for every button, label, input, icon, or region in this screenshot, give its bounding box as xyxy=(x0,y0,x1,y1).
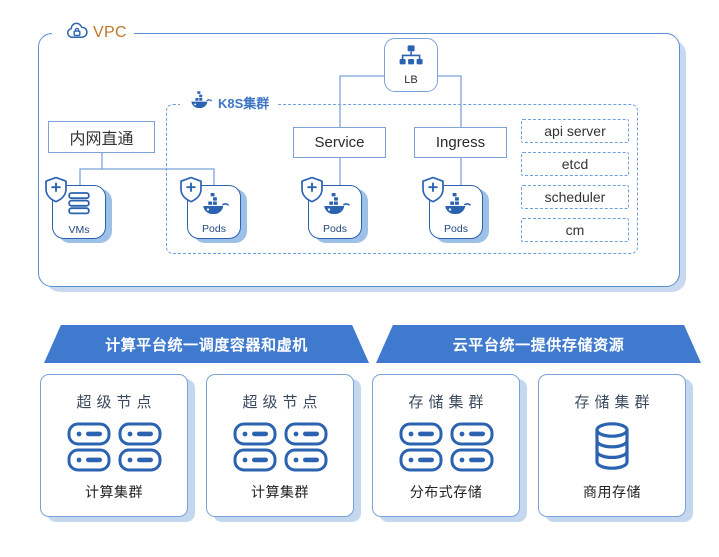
resource-card-face: 存储集群 商用存储 xyxy=(538,374,686,517)
pods-node[interactable]: Pods xyxy=(422,176,491,247)
diagram-canvas: VPC K8S集群 LB 内网直通 Service Ingress api se… xyxy=(0,0,719,557)
shield-plus-icon xyxy=(420,176,446,204)
intranet-direct-box[interactable]: 内网直通 xyxy=(48,121,155,153)
lb-node-label: LB xyxy=(404,74,418,86)
k8s-cluster-label-text: K8S集群 xyxy=(218,95,270,111)
shield-plus-icon xyxy=(299,176,325,204)
service-box[interactable]: Service xyxy=(293,127,386,158)
pods-node[interactable]: Pods xyxy=(180,176,249,247)
storage-platform-banner: 云平台统一提供存储资源 xyxy=(376,325,701,363)
resource-card[interactable]: 存储集群 分布式存储 xyxy=(372,374,527,522)
server-stack-icon xyxy=(65,189,93,224)
vms-node[interactable]: VMs xyxy=(45,176,114,247)
resource-card[interactable]: 超级节点 计算集群 xyxy=(40,374,195,522)
control-plane-scheduler[interactable]: scheduler xyxy=(521,185,629,209)
shield-plus-icon xyxy=(43,176,69,204)
database-cylinder-icon xyxy=(586,412,638,482)
resource-card-face: 超级节点 计算集群 xyxy=(206,374,354,517)
vms-node-label: VMs xyxy=(68,223,90,236)
resource-card-face: 存储集群 分布式存储 xyxy=(372,374,520,517)
load-balancer-tree-icon xyxy=(396,44,426,74)
resource-card[interactable]: 存储集群 商用存储 xyxy=(538,374,693,522)
resource-card-title: 存储集群 xyxy=(574,394,655,411)
pods-node-label: Pods xyxy=(444,222,468,235)
resource-card-face: 超级节点 计算集群 xyxy=(40,374,188,517)
compute-platform-banner: 计算平台统一调度容器和虚机 xyxy=(44,325,369,363)
server-rack-pair-icon xyxy=(66,412,163,482)
pods-node[interactable]: Pods xyxy=(301,176,370,247)
server-rack-pair-icon xyxy=(398,412,495,482)
resource-card-title: 超级节点 xyxy=(242,394,323,411)
pods-node-label: Pods xyxy=(323,222,347,235)
control-plane-etcd[interactable]: etcd xyxy=(521,152,629,176)
vpc-label: VPC xyxy=(62,20,134,46)
resource-card-subtitle: 计算集群 xyxy=(251,484,309,500)
server-rack-pair-icon xyxy=(232,412,329,482)
k8s-cluster-label: K8S集群 xyxy=(180,88,278,116)
control-plane-api-server[interactable]: api server xyxy=(521,119,629,143)
resource-card-subtitle: 商用存储 xyxy=(583,484,641,500)
shield-plus-icon xyxy=(178,176,204,204)
vpc-label-text: VPC xyxy=(93,24,127,41)
resource-card[interactable]: 超级节点 计算集群 xyxy=(206,374,361,522)
resource-card-subtitle: 分布式存储 xyxy=(409,484,483,500)
vpc-label-notch xyxy=(52,31,62,37)
lb-node[interactable]: LB xyxy=(384,38,438,92)
ingress-box[interactable]: Ingress xyxy=(414,127,507,158)
resource-card-subtitle: 计算集群 xyxy=(85,484,143,500)
compute-platform-banner-text: 计算平台统一调度容器和虚机 xyxy=(105,336,308,354)
docker-whale-icon xyxy=(188,89,212,116)
control-plane-cm[interactable]: cm xyxy=(521,218,629,242)
cloud-lock-icon xyxy=(66,21,88,46)
storage-platform-banner-text: 云平台统一提供存储资源 xyxy=(452,336,625,354)
pods-node-label: Pods xyxy=(202,222,226,235)
resource-card-title: 存储集群 xyxy=(408,394,489,411)
resource-card-title: 超级节点 xyxy=(76,394,157,411)
